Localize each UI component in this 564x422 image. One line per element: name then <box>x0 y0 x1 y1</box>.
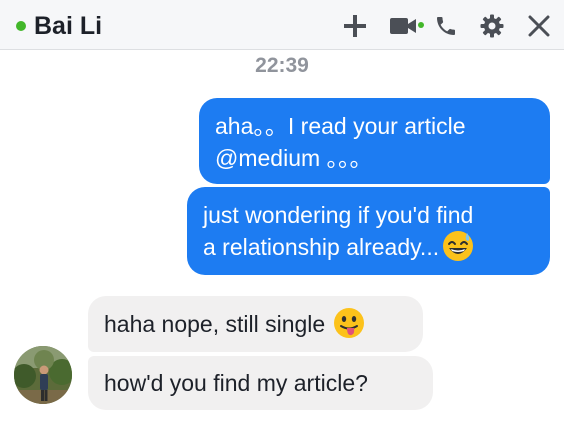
outgoing-message[interactable]: aha。。I read your article @medium 。。。 <box>199 98 550 184</box>
gear-icon[interactable] <box>478 12 506 40</box>
message-text: haha nope, still single <box>104 311 326 337</box>
grinning-sweat-emoji <box>443 230 474 261</box>
contact-avatar[interactable] <box>14 346 72 404</box>
incoming-message[interactable]: haha nope, still single <box>88 296 423 352</box>
message-text: how'd you find my article? <box>104 370 368 396</box>
add-icon[interactable] <box>340 12 370 40</box>
close-icon[interactable] <box>526 12 552 40</box>
tongue-out-emoji <box>334 307 365 338</box>
message-line: just wondering if you'd find <box>203 202 474 228</box>
phone-icon[interactable] <box>432 12 460 40</box>
incoming-message[interactable]: how'd you find my article? <box>88 356 433 410</box>
message-line: a relationship already... <box>203 230 534 265</box>
message-line: aha。。I read your article <box>215 113 466 139</box>
message-timestamp: 22:39 <box>255 54 309 77</box>
video-call-icon[interactable] <box>388 12 418 40</box>
video-available-dot <box>418 22 424 28</box>
online-status-dot <box>16 21 26 31</box>
message-line: @medium 。。。 <box>215 145 373 171</box>
contact-name[interactable]: Bai Li <box>34 10 102 42</box>
chat-window: Bai Li 22:39 aha。。I read your article @m… <box>0 0 564 422</box>
chat-header: Bai Li <box>0 0 564 50</box>
message-line-text: a relationship already... <box>203 234 440 260</box>
outgoing-message[interactable]: just wondering if you'd find a relations… <box>187 187 550 275</box>
